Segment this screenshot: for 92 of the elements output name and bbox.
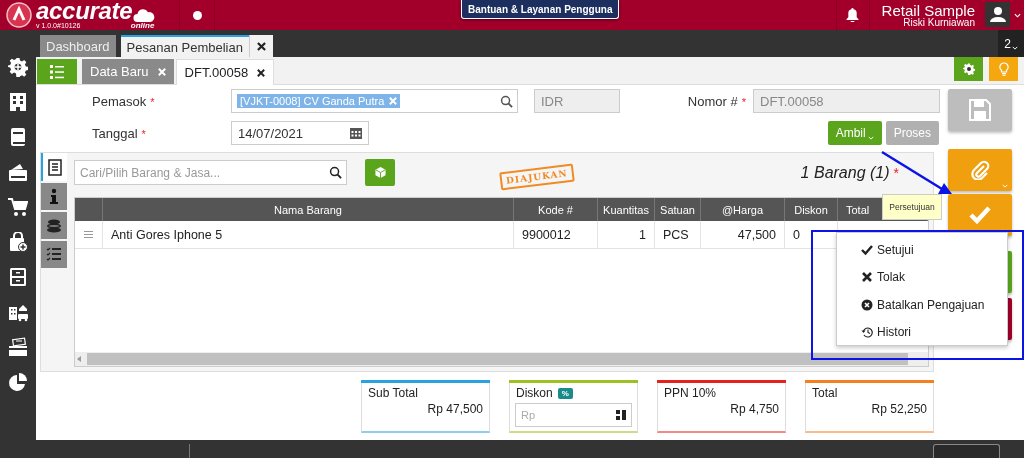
calendar-icon[interactable] [350,127,362,139]
date-field[interactable]: 14/07/2021 [231,121,369,145]
buildings-car-icon[interactable] [8,302,28,322]
check-icon [861,243,873,256]
table-cell: 1 [598,221,655,249]
field-label: Nomor # * [687,93,746,109]
caret-icon[interactable] [1011,44,1018,51]
coins-icon [45,217,63,234]
field-label: Tanggal * [92,125,147,141]
save-icon [969,99,991,121]
summary-label: Diskon [516,386,553,400]
lightbulb-icon [998,62,1009,76]
person-icon [989,7,1006,22]
menu-item[interactable]: Histori [837,318,1007,346]
book-icon[interactable] [8,127,28,147]
tab[interactable]: DFT.00058 [175,59,275,85]
pie-chart-icon[interactable] [8,372,28,392]
cube-icon [374,167,386,178]
checkmark-icon [969,206,991,224]
column-header: Kode # [514,198,598,221]
cloud-icon [132,9,157,22]
table-header [75,198,103,221]
side-tab[interactable] [41,183,67,210]
horizontal-scrollbar[interactable] [75,352,928,366]
close-icon [861,271,873,284]
drag-handle-icon[interactable] [84,231,93,238]
column-header: Diskon [785,198,838,221]
summary-value: Rp 47,500 [426,401,484,416]
avatar[interactable] [985,2,1010,27]
table-cell: 47,500 [701,221,785,249]
user-name: Riski Kurniawan [903,17,975,28]
close-button[interactable] [248,35,273,57]
list-icon [46,158,64,176]
tab-count[interactable]: 2 [1004,36,1011,51]
brand-name[interactable]: accurate [36,0,133,22]
menu-item[interactable]: Tolak [837,263,1007,291]
logo-icon[interactable] [6,2,32,28]
column-header: @Harga [701,198,785,221]
table-cell: 9900012 [514,221,598,249]
required-mark: * [893,164,899,181]
checklist-icon [45,246,63,263]
currency-field: IDR [534,89,620,113]
item-count: 1 Barang (1) [800,163,890,182]
brand-subtitle: online [130,22,155,30]
bell-icon[interactable] [846,8,860,22]
table-cell: PCS [655,221,701,249]
menu-item[interactable]: Setujui [837,236,1007,264]
building-icon[interactable] [8,92,28,112]
settings-icon[interactable] [8,57,28,77]
caret-icon[interactable] [1014,12,1021,18]
tax-box-icon[interactable] [8,337,28,357]
close-icon[interactable] [256,41,266,51]
summary-label: PPN 10% [664,386,717,400]
summary-label: Total [812,386,838,400]
status-stamp: DIAJUKAN [499,163,575,190]
tooltip: Persetujuan [882,194,942,220]
history-icon [861,326,873,339]
cancel-icon [861,298,873,311]
summary-value: Rp 52,250 [870,401,928,416]
column-header: Kuantitas [598,198,655,221]
menu-item[interactable]: Batalkan Pengajuan [837,291,1007,319]
tab[interactable]: Pesanan Pembelian [120,35,249,57]
side-tab[interactable] [41,241,67,268]
help-button[interactable]: Bantuan & Layanan Pengguna [461,0,620,19]
summary-value: Rp 4,750 [729,401,780,416]
list-icon [50,64,64,79]
cabinet-icon[interactable] [8,267,28,287]
close-icon[interactable] [257,68,266,77]
column-header: Satuan [655,198,701,221]
search-icon[interactable] [329,166,342,179]
add-item-button[interactable] [365,159,395,186]
table-cell: Anti Gores Iphone 5 [103,221,514,249]
summary-label: Sub Total [368,386,418,400]
search-field[interactable]: Cari/Pilih Barang & Jasa... [74,160,347,185]
dot-icon [192,10,202,20]
paperclip-icon [970,160,990,180]
footer-button[interactable] [933,444,1000,458]
side-tab[interactable] [41,212,67,239]
search-icon[interactable] [500,94,513,108]
calculator-icon[interactable] [616,410,626,420]
column-header: Nama Barang [103,198,514,221]
number-field: DFT.00058 [753,89,940,113]
side-tab[interactable] [41,153,67,181]
wallet-icon[interactable] [8,162,28,182]
company-name: Retail Sample [881,2,975,18]
percent-toggle[interactable]: % [557,387,573,399]
cart-icon[interactable] [8,197,28,217]
discount-field[interactable]: Rp [515,403,632,427]
bag-icon[interactable] [8,232,28,252]
list-button[interactable] [37,59,77,84]
field-label: Pemasok * [92,93,156,109]
settings-icon[interactable] [962,63,975,75]
